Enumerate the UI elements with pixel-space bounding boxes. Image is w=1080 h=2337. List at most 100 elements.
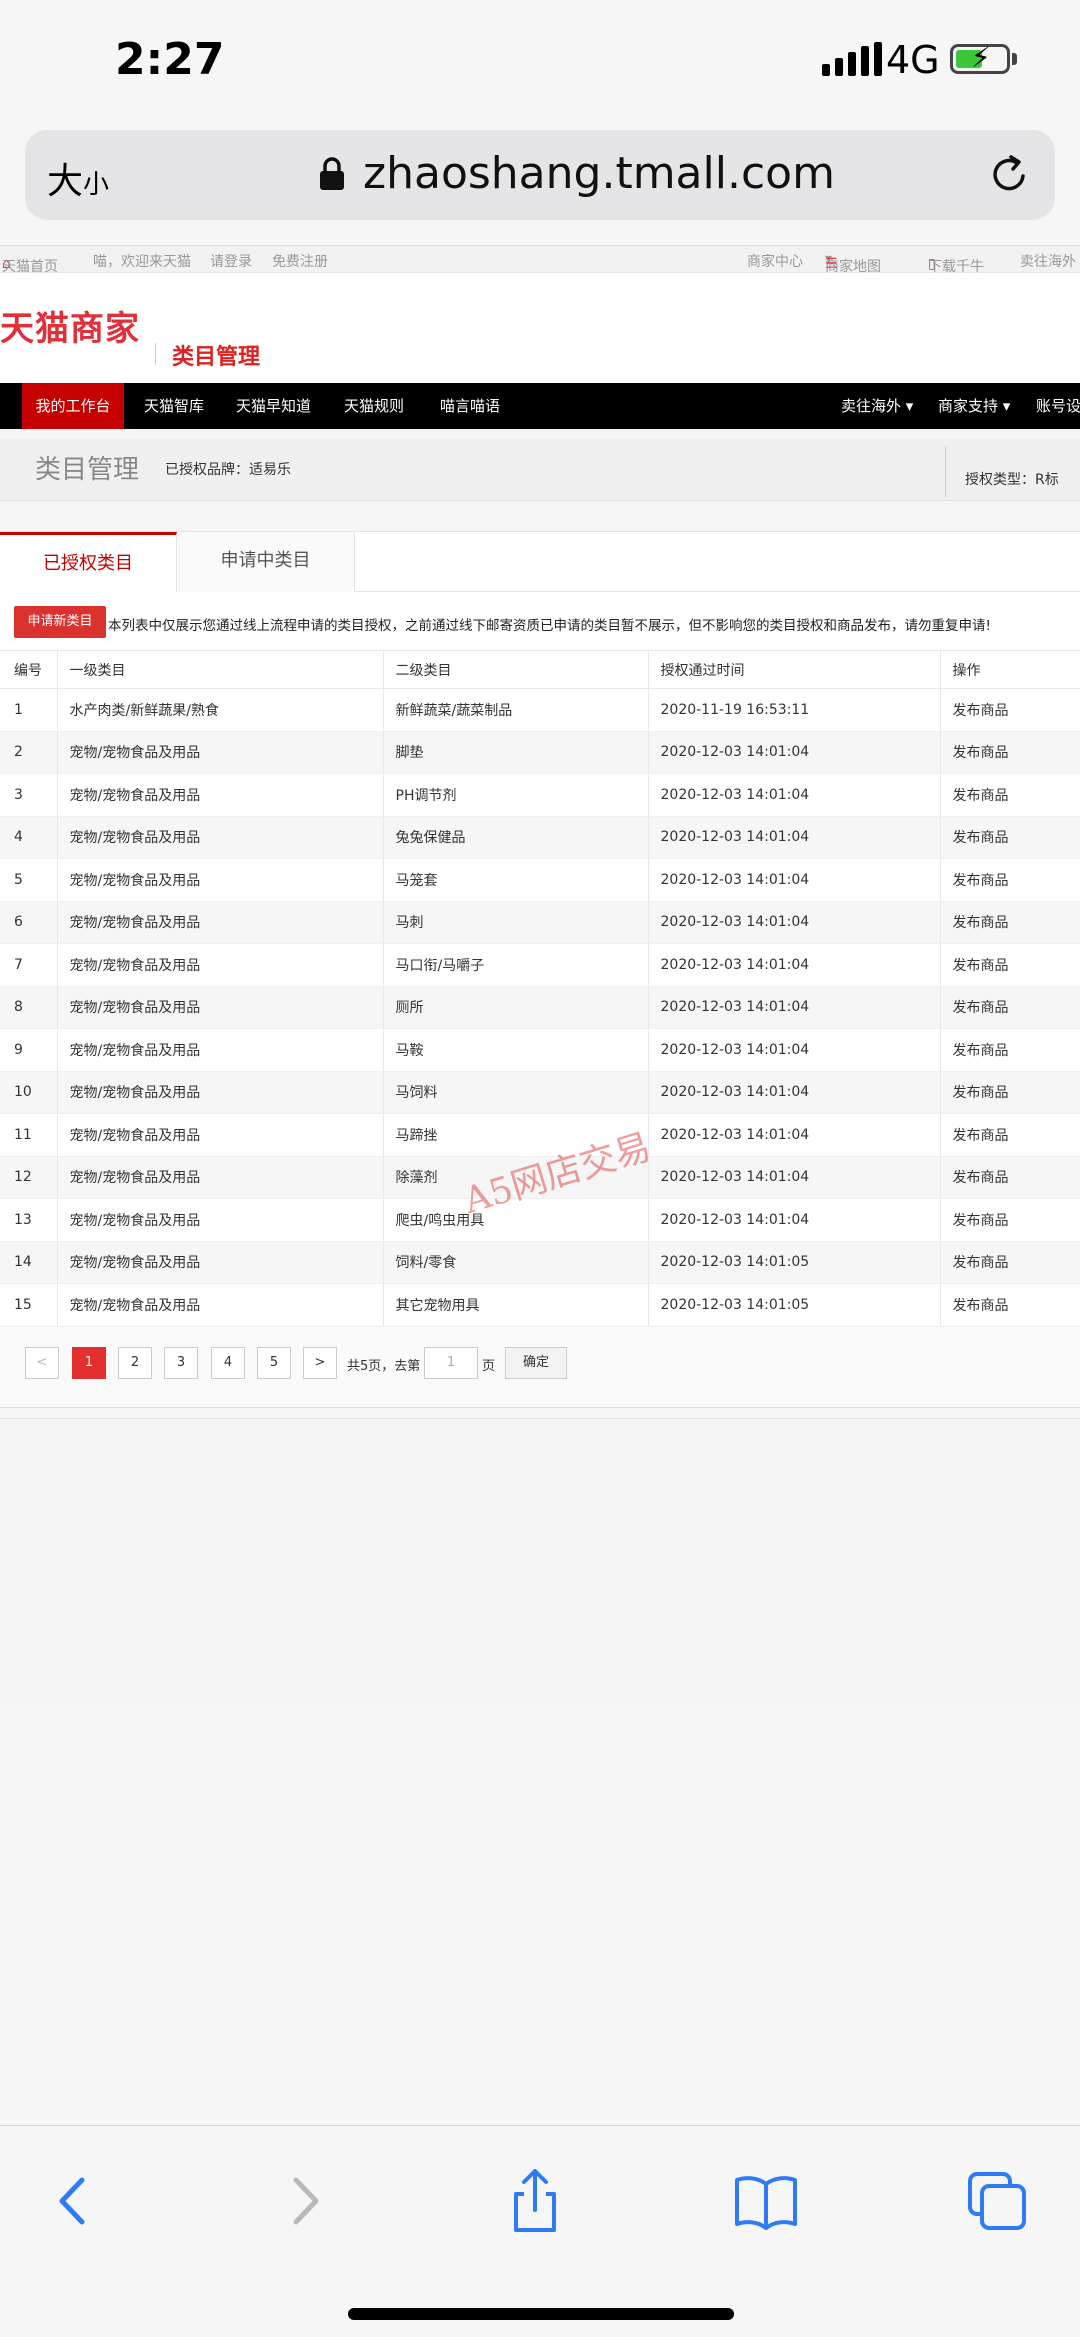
prev-page-button[interactable]: <	[25, 1346, 59, 1379]
cell-time: 2020-12-03 14:01:04	[648, 1071, 941, 1114]
cell-level1: 宠物/宠物食品及用品	[57, 858, 384, 902]
bookmarks-icon[interactable]	[731, 2166, 801, 2236]
table-row: 3 宠物/宠物食品及用品 PH调节剂 2020-12-03 14:01:04 发布商品	[0, 773, 1080, 817]
nav-tmall-think-tank[interactable]: 天猫智库	[144, 383, 204, 429]
nav-account-settings[interactable]: 账号设	[1036, 383, 1080, 429]
page-5-button[interactable]: 5	[257, 1346, 291, 1379]
apply-new-category-button[interactable]: 申请新类目	[14, 606, 106, 638]
cell-level1: 宠物/宠物食品及用品	[57, 1198, 384, 1242]
back-icon[interactable]	[38, 2166, 108, 2236]
nav-merchant-support[interactable]: 商家支持 ▾	[938, 383, 1010, 429]
cell-level1: 宠物/宠物食品及用品	[57, 816, 384, 859]
table-header-row: 编号 一级类目 二级类目 授权通过时间 操作	[0, 650, 1080, 689]
tabs-icon[interactable]	[962, 2166, 1032, 2236]
cell-num: 5	[0, 858, 58, 902]
publish-product-link[interactable]: 发布商品	[940, 986, 1080, 1029]
publish-product-link[interactable]: 发布商品	[940, 1241, 1080, 1284]
page-2-button[interactable]: 2	[118, 1346, 152, 1379]
publish-product-link[interactable]: 发布商品	[940, 688, 1080, 732]
nav-tmall-rules[interactable]: 天猫规则	[344, 383, 404, 429]
cell-level2: 马饲料	[383, 1071, 649, 1114]
tmall-merchant-logo[interactable]: 天猫商家	[0, 301, 140, 350]
status-bar: 2:27 4G ⚡	[0, 0, 1080, 120]
cell-level2: 马刺	[383, 901, 649, 944]
publish-product-link[interactable]: 发布商品	[940, 901, 1080, 944]
cell-level2: 饲料/零食	[383, 1241, 649, 1284]
cell-level1: 宠物/宠物食品及用品	[57, 1156, 384, 1199]
publish-product-link[interactable]: 发布商品	[940, 858, 1080, 902]
table-row: 6 宠物/宠物食品及用品 马刺 2020-12-03 14:01:04 发布商品	[0, 901, 1080, 944]
table-row: 4 宠物/宠物食品及用品 兔兔保健品 2020-12-03 14:01:04 发布商品	[0, 816, 1080, 859]
battery-tip	[1012, 53, 1017, 65]
table-row: 8 宠物/宠物食品及用品 厕所 2020-12-03 14:01:04 发布商品	[0, 986, 1080, 1029]
cell-num: 1	[0, 688, 58, 732]
web-page: ⌂ 天猫首页 喵，欢迎来天猫 请登录 免费注册 商家中心 ☰ 商家地图 ▾ ▯ …	[0, 245, 1080, 1698]
cell-time: 2020-12-03 14:01:04	[648, 1028, 941, 1072]
confirm-page-button[interactable]: 确定	[505, 1346, 567, 1379]
next-page-button[interactable]: >	[303, 1346, 337, 1379]
table-row: 14 宠物/宠物食品及用品 饲料/零食 2020-12-03 14:01:05 发布商品	[0, 1241, 1080, 1284]
welcome-text: 喵，欢迎来天猫	[93, 254, 191, 270]
sub-header: 类目管理 已授权品牌：适易乐 授权类型：R标	[0, 439, 1080, 501]
tab-authorized-categories[interactable]: 已授权类目	[0, 532, 177, 592]
publish-product-link[interactable]: 发布商品	[940, 816, 1080, 859]
text-size-button[interactable]: 大小	[47, 152, 109, 204]
cell-num: 4	[0, 816, 58, 859]
cell-level2: 厕所	[383, 986, 649, 1029]
cell-time: 2020-12-03 14:01:04	[648, 773, 941, 817]
battery-icon: ⚡	[950, 43, 1010, 74]
cell-time: 2020-12-03 14:01:04	[648, 943, 941, 987]
cell-time: 2020-12-03 14:01:05	[648, 1241, 941, 1284]
cell-level1: 宠物/宠物食品及用品	[57, 1283, 384, 1327]
publish-product-link[interactable]: 发布商品	[940, 943, 1080, 987]
publish-product-link[interactable]: 发布商品	[940, 1028, 1080, 1072]
cell-time: 2020-12-03 14:01:04	[648, 1156, 941, 1199]
cell-num: 8	[0, 986, 58, 1029]
publish-product-link[interactable]: 发布商品	[940, 1071, 1080, 1114]
table-row: 1 水产肉类/新鲜蔬果/熟食 新鲜蔬菜/蔬菜制品 2020-11-19 16:53:1…	[0, 688, 1080, 732]
publish-product-link[interactable]: 发布商品	[940, 1113, 1080, 1157]
nav-miao-yan[interactable]: 喵言喵语	[440, 383, 500, 429]
publish-product-link[interactable]: 发布商品	[940, 1156, 1080, 1199]
page-1-button[interactable]: 1	[72, 1346, 106, 1379]
nav-sell-overseas[interactable]: 卖往海外 ▾	[841, 383, 913, 429]
overseas-link[interactable]: 卖往海外	[1020, 251, 1076, 271]
text-size-big: 大	[47, 161, 84, 202]
publish-product-link[interactable]: 发布商品	[940, 773, 1080, 817]
logo-divider	[155, 343, 156, 365]
cell-time: 2020-12-03 14:01:04	[648, 901, 941, 944]
status-time: 2:27	[115, 34, 225, 85]
browser-toolbar	[0, 2125, 1080, 2337]
forward-icon[interactable]	[270, 2166, 340, 2236]
url-text[interactable]: zhaoshang.tmall.com	[363, 148, 835, 199]
publish-product-link[interactable]: 发布商品	[940, 1198, 1080, 1242]
cell-num: 12	[0, 1156, 58, 1199]
cell-num: 3	[0, 773, 58, 817]
cell-num: 14	[0, 1241, 58, 1284]
publish-product-link[interactable]: 发布商品	[940, 731, 1080, 774]
reload-icon[interactable]	[985, 150, 1033, 198]
cell-level1: 宠物/宠物食品及用品	[57, 986, 384, 1029]
network-type: 4G	[886, 38, 940, 82]
nav-my-workbench[interactable]: 我的工作台	[22, 383, 124, 429]
register-link[interactable]: 免费注册	[272, 251, 328, 271]
cell-level1: 宠物/宠物食品及用品	[57, 1028, 384, 1072]
tab-applying-categories[interactable]: 申请中类目	[177, 532, 355, 592]
nav-tmall-early-know[interactable]: 天猫早知道	[236, 383, 311, 429]
publish-product-link[interactable]: 发布商品	[940, 1283, 1080, 1327]
pagination: < 1 2 3 4 5 > 共5页，去第 1 页 确定	[0, 1326, 1080, 1407]
total-pages-text: 共5页，去第	[347, 1358, 421, 1374]
cell-num: 10	[0, 1071, 58, 1114]
table-row: 10 宠物/宠物食品及用品 马饲料 2020-12-03 14:01:04 发布商品	[0, 1071, 1080, 1114]
sub-divider	[945, 447, 946, 497]
page-number-input[interactable]: 1	[424, 1346, 478, 1379]
cell-level1: 宠物/宠物食品及用品	[57, 731, 384, 774]
category-panel: 已授权类目 申请中类目 申请新类目 本列表中仅展示您通过线上流程申请的类目授权，…	[0, 531, 1080, 1408]
address-bar[interactable]: 大小 zhaoshang.tmall.com	[25, 130, 1055, 220]
share-icon[interactable]	[500, 2166, 570, 2236]
merchant-center-link[interactable]: 商家中心	[747, 251, 803, 271]
page-3-button[interactable]: 3	[164, 1346, 198, 1379]
page-4-button[interactable]: 4	[211, 1346, 245, 1379]
login-link[interactable]: 请登录	[210, 251, 252, 271]
merchant-map-link[interactable]: ☰ 商家地图 ▾	[825, 251, 881, 275]
